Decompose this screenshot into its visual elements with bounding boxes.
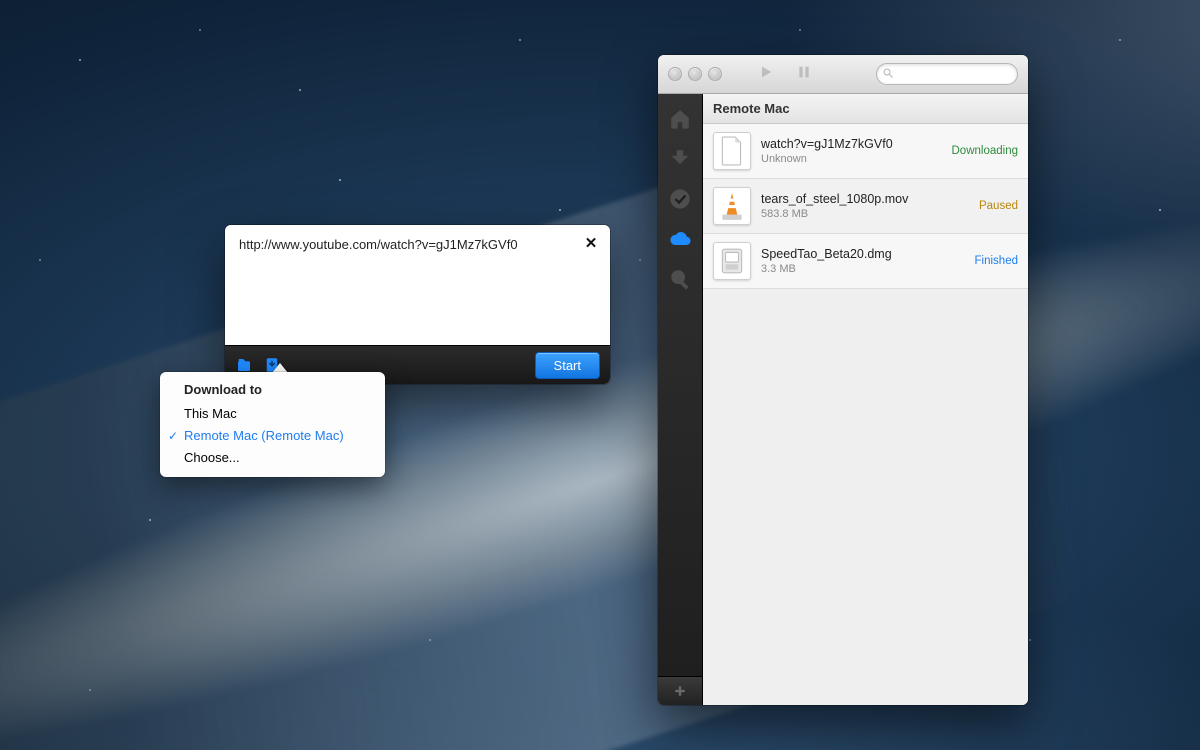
download-row-main: watch?v=gJ1Mz7kGVf0 Unknown xyxy=(761,137,942,165)
download-to-popover: Download to This Mac ✓ Remote Mac (Remot… xyxy=(160,372,385,477)
download-status: Finished xyxy=(975,255,1018,267)
pause-button[interactable] xyxy=(796,64,812,85)
start-button[interactable]: Start xyxy=(535,352,600,379)
file-type-icon xyxy=(713,132,751,170)
resume-button[interactable] xyxy=(758,64,774,85)
titlebar xyxy=(658,55,1028,94)
sidebar xyxy=(658,94,703,705)
download-subtext: 583.8 MB xyxy=(761,208,969,220)
popover-item-this-mac[interactable]: This Mac xyxy=(160,403,385,425)
download-name: tears_of_steel_1080p.mov xyxy=(761,192,969,206)
sidebar-item-downloads[interactable] xyxy=(663,142,697,176)
popover-title: Download to xyxy=(160,382,385,403)
window-close-button[interactable] xyxy=(668,67,682,81)
download-status: Paused xyxy=(979,200,1018,212)
popover-item-label: Choose... xyxy=(184,450,240,465)
playback-controls xyxy=(758,64,812,85)
download-subtext: 3.3 MB xyxy=(761,263,965,275)
sidebar-item-completed[interactable] xyxy=(663,182,697,216)
download-row-main: SpeedTao_Beta20.dmg 3.3 MB xyxy=(761,247,965,275)
window-minimize-button[interactable] xyxy=(688,67,702,81)
download-name: SpeedTao_Beta20.dmg xyxy=(761,247,965,261)
magnify-icon xyxy=(669,268,691,290)
plus-icon xyxy=(673,684,687,698)
clear-url-button[interactable]: ✕ xyxy=(582,235,600,253)
sidebar-item-search[interactable] xyxy=(663,262,697,296)
cloud-icon xyxy=(669,228,691,250)
file-type-icon xyxy=(713,242,751,280)
new-download-window: http://www.youtube.com/watch?v=gJ1Mz7kGV… xyxy=(225,225,610,384)
popover-item-label: This Mac xyxy=(184,406,237,421)
checkmark-icon: ✓ xyxy=(168,425,178,447)
download-row[interactable]: SpeedTao_Beta20.dmg 3.3 MB Finished xyxy=(703,234,1028,289)
url-input-value: http://www.youtube.com/watch?v=gJ1Mz7kGV… xyxy=(239,237,518,252)
section-title: Remote Mac xyxy=(703,94,1028,124)
download-arrow-icon xyxy=(669,148,691,170)
downloads-list: Remote Mac watch?v=gJ1Mz7kGVf0 Unknown D… xyxy=(703,94,1028,705)
window-zoom-button[interactable] xyxy=(708,67,722,81)
download-row-main: tears_of_steel_1080p.mov 583.8 MB xyxy=(761,192,969,220)
downloads-window: Remote Mac watch?v=gJ1Mz7kGVf0 Unknown D… xyxy=(658,55,1028,705)
file-type-icon xyxy=(713,187,751,225)
home-icon xyxy=(669,108,691,130)
sidebar-item-home[interactable] xyxy=(663,102,697,136)
sidebar-item-cloud[interactable] xyxy=(663,222,697,256)
popover-item-label: Remote Mac (Remote Mac) xyxy=(184,428,344,443)
sidebar-add-button[interactable] xyxy=(658,676,702,705)
popover-item-remote-mac[interactable]: ✓ Remote Mac (Remote Mac) xyxy=(160,425,385,447)
url-input[interactable]: http://www.youtube.com/watch?v=gJ1Mz7kGV… xyxy=(225,225,610,345)
search-field-wrap xyxy=(876,63,1018,85)
check-circle-icon xyxy=(669,188,691,210)
download-name: watch?v=gJ1Mz7kGVf0 xyxy=(761,137,942,151)
download-status: Downloading xyxy=(952,145,1019,157)
popover-item-choose[interactable]: Choose... xyxy=(160,447,385,469)
search-input[interactable] xyxy=(876,63,1018,85)
download-subtext: Unknown xyxy=(761,153,942,165)
download-row[interactable]: tears_of_steel_1080p.mov 583.8 MB Paused xyxy=(703,179,1028,234)
close-icon: ✕ xyxy=(585,235,598,252)
download-row[interactable]: watch?v=gJ1Mz7kGVf0 Unknown Downloading xyxy=(703,124,1028,179)
search-icon xyxy=(882,67,894,79)
